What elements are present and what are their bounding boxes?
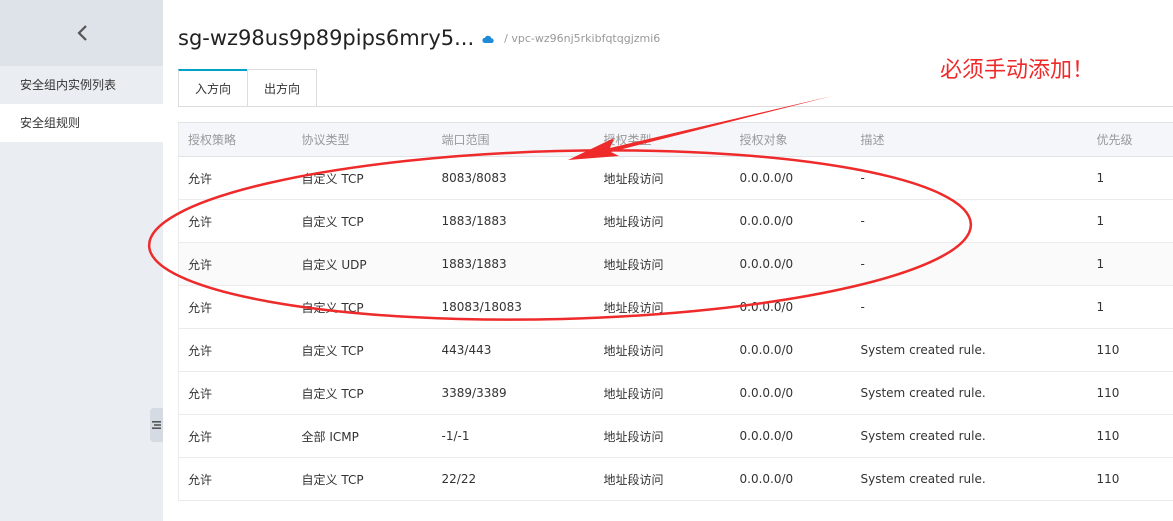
cell-description: - [851,199,1088,243]
cell-priority: 110 [1087,328,1173,372]
table-row: 允许 自定义 TCP 1883/1883 地址段访问 0.0.0.0/0 - 1 [178,199,1173,243]
table-row: 允许 自定义 TCP 22/22 地址段访问 0.0.0.0/0 System … [178,457,1173,501]
table-row: 允许 自定义 TCP 443/443 地址段访问 0.0.0.0/0 Syste… [178,328,1173,372]
cell-auth-type: 地址段访问 [594,156,731,200]
cell-policy: 允许 [178,156,293,200]
cell-auth-object: 0.0.0.0/0 [730,199,852,243]
list-icon [152,421,161,429]
cell-protocol: 自定义 UDP [292,242,433,286]
cell-auth-object: 0.0.0.0/0 [730,457,852,501]
cell-description: System created rule. [851,414,1088,458]
column-header-policy: 授权策略 [178,122,293,157]
page-header: sg-wz98us9p89pips6mry5... / vpc-wz96nj5r… [178,23,660,53]
cell-priority: 110 [1087,414,1173,458]
page-title: sg-wz98us9p89pips6mry5... [178,26,475,50]
cell-port-range: -1/-1 [432,414,595,458]
cell-protocol: 自定义 TCP [292,156,433,200]
cell-policy: 允许 [178,328,293,372]
cloud-icon [482,29,494,48]
cell-priority: 1 [1087,285,1173,329]
cell-auth-object: 0.0.0.0/0 [730,414,852,458]
column-header-protocol: 协议类型 [292,122,433,157]
sidebar-item-security-group-rules[interactable]: 安全组规则 [0,104,163,142]
sidebar-item-instance-list[interactable]: 安全组内实例列表 [0,66,163,104]
cell-priority: 1 [1087,242,1173,286]
cell-policy: 允许 [178,414,293,458]
table-row: 允许 自定义 TCP 8083/8083 地址段访问 0.0.0.0/0 - 1 [178,156,1173,200]
column-header-priority: 优先级 [1087,122,1173,157]
cell-port-range: 443/443 [432,328,595,372]
table-row: 允许 自定义 TCP 3389/3389 地址段访问 0.0.0.0/0 Sys… [178,371,1173,415]
cell-auth-object: 0.0.0.0/0 [730,156,852,200]
cell-protocol: 自定义 TCP [292,199,433,243]
cell-policy: 允许 [178,285,293,329]
column-header-auth-type: 授权类型 [594,122,731,157]
cell-port-range: 22/22 [432,457,595,501]
table-row: 允许 自定义 TCP 18083/18083 地址段访问 0.0.0.0/0 -… [178,285,1173,329]
cell-policy: 允许 [178,242,293,286]
annotation-note: 必须手动添加！ [940,58,1095,83]
table-header-row: 授权策略 协议类型 端口范围 授权类型 授权对象 描述 优先级 [178,122,1173,157]
cell-auth-type: 地址段访问 [594,285,731,329]
sidebar: 安全组内实例列表 安全组规则 [0,0,163,521]
cell-auth-type: 地址段访问 [594,328,731,372]
cell-port-range: 18083/18083 [432,285,595,329]
cell-auth-type: 地址段访问 [594,414,731,458]
cell-auth-type: 地址段访问 [594,199,731,243]
cell-protocol: 自定义 TCP [292,285,433,329]
back-button[interactable] [0,0,163,66]
cell-description: - [851,156,1088,200]
column-header-port-range: 端口范围 [432,122,595,157]
cell-policy: 允许 [178,371,293,415]
cell-auth-object: 0.0.0.0/0 [730,242,852,286]
cell-protocol: 自定义 TCP [292,457,433,501]
table-row: 允许 自定义 UDP 1883/1883 地址段访问 0.0.0.0/0 - 1 [178,242,1173,286]
column-header-description: 描述 [851,122,1088,157]
cell-protocol: 自定义 TCP [292,328,433,372]
cell-port-range: 3389/3389 [432,371,595,415]
cell-description: - [851,285,1088,329]
direction-tabs: 入方向 出方向 [178,69,318,107]
cell-auth-object: 0.0.0.0/0 [730,328,852,372]
tab-outbound[interactable]: 出方向 [247,69,318,106]
table-row: 允许 全部 ICMP -1/-1 地址段访问 0.0.0.0/0 System … [178,414,1173,458]
cell-port-range: 1883/1883 [432,199,595,243]
cell-protocol: 自定义 TCP [292,371,433,415]
cell-description: System created rule. [851,457,1088,501]
cell-description: System created rule. [851,328,1088,372]
cell-policy: 允许 [178,457,293,501]
cell-description: - [851,242,1088,286]
cell-priority: 1 [1087,156,1173,200]
sidebar-collapse-toggle[interactable] [150,408,163,442]
tab-inbound[interactable]: 入方向 [178,69,249,107]
cell-priority: 110 [1087,457,1173,501]
vpc-breadcrumb[interactable]: / vpc-wz96nj5rkibfqtqgjzmi6 [504,32,660,45]
cell-auth-type: 地址段访问 [594,371,731,415]
cell-port-range: 8083/8083 [432,156,595,200]
cell-auth-type: 地址段访问 [594,457,731,501]
cell-priority: 110 [1087,371,1173,415]
rules-table: 授权策略 协议类型 端口范围 授权类型 授权对象 描述 优先级 允许 自定义 T… [178,122,1173,501]
cell-policy: 允许 [178,199,293,243]
cell-protocol: 全部 ICMP [292,414,433,458]
cell-description: System created rule. [851,371,1088,415]
cell-auth-object: 0.0.0.0/0 [730,285,852,329]
cell-auth-object: 0.0.0.0/0 [730,371,852,415]
cell-priority: 1 [1087,199,1173,243]
cell-port-range: 1883/1883 [432,242,595,286]
chevron-left-icon [76,25,87,41]
cell-auth-type: 地址段访问 [594,242,731,286]
tab-divider [178,106,1173,107]
column-header-auth-object: 授权对象 [730,122,852,157]
